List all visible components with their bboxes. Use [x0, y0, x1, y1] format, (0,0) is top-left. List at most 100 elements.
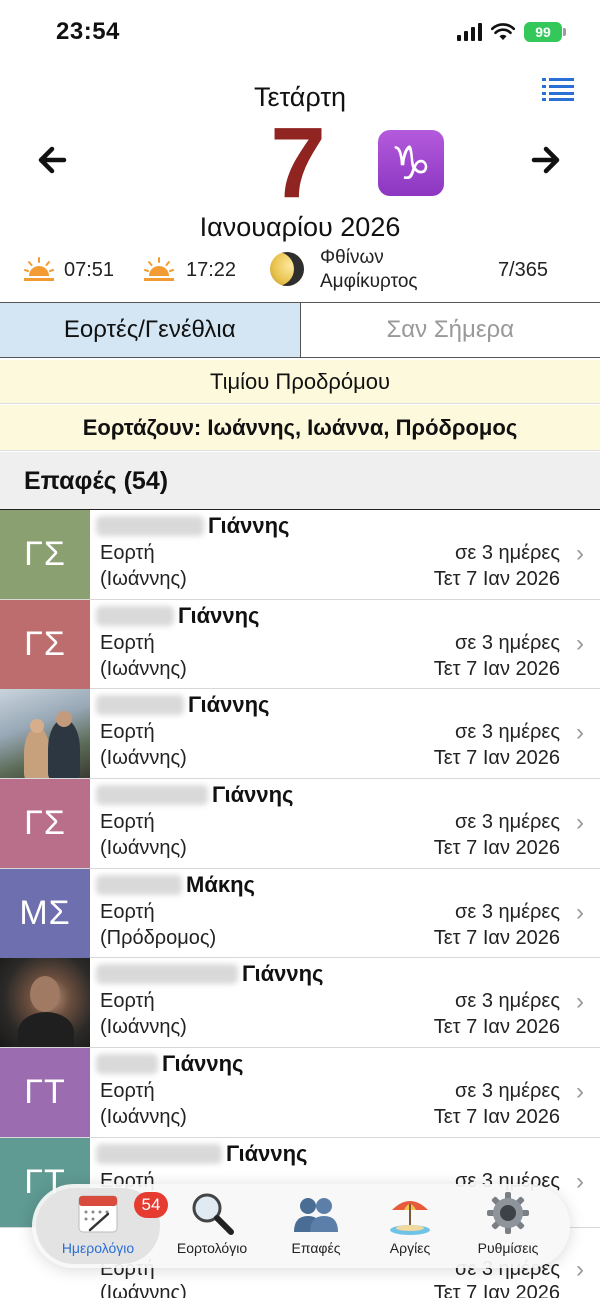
blurred-surname: [96, 695, 184, 716]
chevron-right-icon: ›: [576, 719, 584, 747]
event-type: Εορτή: [100, 990, 155, 1013]
days-until: σε 3 ημέρες: [455, 1080, 560, 1103]
event-type: Εορτή: [100, 721, 155, 744]
list-item[interactable]: Γιάννης Εορτή (Ιωάννης) σε 3 ημέρες Τετ …: [0, 689, 600, 780]
blurred-surname: [96, 874, 182, 895]
list-item[interactable]: ΓΣ Γιάννης Εορτή (Ιωάννης) σε 3 ημέρες Τ…: [0, 599, 600, 690]
wifi-icon: [491, 23, 515, 40]
celebrants-line: Εορτάζουν: Ιωάννης, Ιωάννα, Πρόδρομος: [0, 405, 600, 451]
avatar: ΜΣ: [0, 868, 90, 958]
event-type: Εορτή: [100, 1080, 155, 1103]
event-date: Τετ 7 Ιαν 2026: [433, 657, 560, 680]
status-bar: 23:54 99: [0, 0, 600, 66]
contact-name: Γιάννης: [96, 602, 260, 630]
cellular-signal-icon: [457, 23, 482, 41]
people-icon: [294, 1198, 338, 1232]
blurred-surname: [96, 605, 174, 626]
chevron-right-icon: ›: [576, 809, 584, 837]
nameday-name: (Ιωάννης): [100, 837, 187, 860]
segment-tabs: Εορτές/Γενέθλια Σαν Σήμερα: [0, 302, 600, 358]
nameday-name: (Ιωάννης): [100, 1106, 187, 1129]
avatar-photo: [0, 958, 90, 1048]
days-until: σε 3 ημέρες: [455, 811, 560, 834]
chevron-right-icon: ›: [576, 1078, 584, 1106]
tab-label: Ημερολόγιο: [61, 1240, 135, 1256]
nameday-name: (Ιωάννης): [100, 1282, 187, 1298]
blurred-surname: [96, 1054, 158, 1075]
sunset-time: 17:22: [186, 259, 237, 281]
event-date: Τετ 7 Ιαν 2026: [433, 926, 560, 949]
moon-phase-icon: [270, 252, 304, 286]
contact-first-name: Γιάννης: [212, 782, 294, 808]
tab-label: Επαφές: [291, 1240, 341, 1256]
blurred-surname: [96, 964, 238, 985]
contact-first-name: Γιάννης: [188, 692, 270, 718]
contact-name: Γιάννης: [96, 1050, 244, 1078]
tab-on-this-day[interactable]: Σαν Σήμερα: [300, 303, 600, 357]
chevron-right-icon: ›: [576, 898, 584, 926]
event-type: Εορτή: [100, 900, 155, 923]
blurred-surname: [96, 1143, 222, 1164]
next-day-arrow-icon[interactable]: [522, 138, 566, 182]
contact-name: Γιάννης: [96, 960, 324, 988]
magnifier-icon: [192, 1193, 234, 1235]
tab-holidays[interactable]: Αργίες: [360, 1184, 460, 1268]
list-item[interactable]: ΓΣ Γιάννης Εορτή (Ιωάννης) σε 3 ημέρες Τ…: [0, 779, 600, 869]
tab-contacts[interactable]: Επαφές: [266, 1184, 366, 1268]
chevron-right-icon: ›: [576, 540, 584, 567]
tab-feasts-birthdays[interactable]: Εορτές/Γενέθλια: [0, 303, 301, 357]
tab-label: Αργίες: [389, 1240, 431, 1256]
battery-indicator: 99: [524, 22, 566, 42]
list-item[interactable]: ΓΤ Γιάννης Εορτή (Ιωάννης) σε 3 ημέρες Τ…: [0, 1048, 600, 1138]
contact-name: Γιάννης: [96, 1140, 308, 1168]
sun-moon-row: 07:51 17:22 Φθίνων Αμφίκυρτος 7/365: [0, 246, 600, 294]
contact-list: ΓΣ Γιάννης Εορτή (Ιωάννης) σε 3 ημέρες Τ…: [0, 510, 600, 1228]
contact-first-name: Γιάννης: [226, 1140, 308, 1166]
month-year-label: Ιανουαρίου 2026: [199, 212, 401, 242]
event-date: Τετ 7 Ιαν 2026: [433, 568, 560, 590]
days-until: σε 3 ημέρες: [455, 631, 560, 654]
list-item[interactable]: Γιάννης Εορτή (Ιωάννης) σε 3 ημέρες Τετ …: [0, 958, 600, 1049]
contact-name: Γιάννης: [96, 691, 270, 719]
nameday-name: (Ιωάννης): [100, 1016, 187, 1039]
calendar-icon: [78, 1195, 118, 1233]
day-number: 7: [270, 107, 326, 219]
blurred-surname: [96, 516, 204, 536]
gear-icon: [487, 1192, 529, 1234]
event-type: Εορτή: [100, 542, 155, 564]
list-item[interactable]: ΜΣ Μάκης Εορτή (Πρόδρομος) σε 3 ημέρες Τ…: [0, 868, 600, 959]
nameday-name: (Ιωάννης): [100, 747, 187, 770]
chevron-right-icon: ›: [576, 988, 584, 1016]
bottom-tab-bar: 54 Ημερολόγιο Εορτολόγιο Επαφές Αργίες Ρ…: [32, 1184, 570, 1268]
avatar: ΓΣ: [0, 510, 90, 599]
list-item[interactable]: ΓΣ Γιάννης Εορτή (Ιωάννης) σε 3 ημέρες Τ…: [0, 510, 600, 600]
contact-name: Γιάννης: [96, 781, 294, 809]
tab-settings[interactable]: Ρυθμίσεις: [458, 1184, 558, 1268]
days-until: σε 3 ημέρες: [455, 900, 560, 923]
contact-name: Γιάννης: [96, 512, 290, 540]
contact-first-name: Γιάννης: [178, 602, 260, 628]
days-until: σε 3 ημέρες: [455, 542, 560, 564]
sunrise-time: 07:51: [64, 259, 115, 281]
contact-first-name: Μάκης: [186, 871, 255, 897]
status-icons: 99: [457, 22, 566, 42]
contacts-section-header: Επαφές (54): [0, 452, 600, 510]
contact-first-name: Γιάννης: [162, 1051, 244, 1077]
contact-first-name: Γιάννης: [242, 961, 324, 987]
event-date: Τετ 7 Ιαν 2026: [433, 1016, 560, 1039]
status-time: 23:54: [56, 18, 120, 45]
moon-phase-label: Φθίνων Αμφίκυρτος: [320, 246, 418, 294]
feast-name: Τιμίου Προδρόμου: [0, 360, 600, 404]
sunrise-icon: [24, 257, 54, 281]
avatar: ΓΤ: [0, 1048, 90, 1138]
event-date: Τετ 7 Ιαν 2026: [433, 747, 560, 770]
nameday-name: (Ιωάννης): [100, 657, 187, 680]
avatar: ΓΣ: [0, 779, 90, 869]
tab-calendar[interactable]: 54 Ημερολόγιο: [48, 1184, 168, 1268]
previous-day-arrow-icon[interactable]: [32, 138, 76, 182]
moon-phase-line1: Φθίνων: [320, 247, 384, 268]
tab-label: Εορτολόγιο: [176, 1240, 248, 1256]
event-type: Εορτή: [100, 631, 155, 654]
nameday-name: (Πρόδρομος): [100, 926, 217, 949]
tab-feast-calendar[interactable]: Εορτολόγιο: [162, 1184, 262, 1268]
